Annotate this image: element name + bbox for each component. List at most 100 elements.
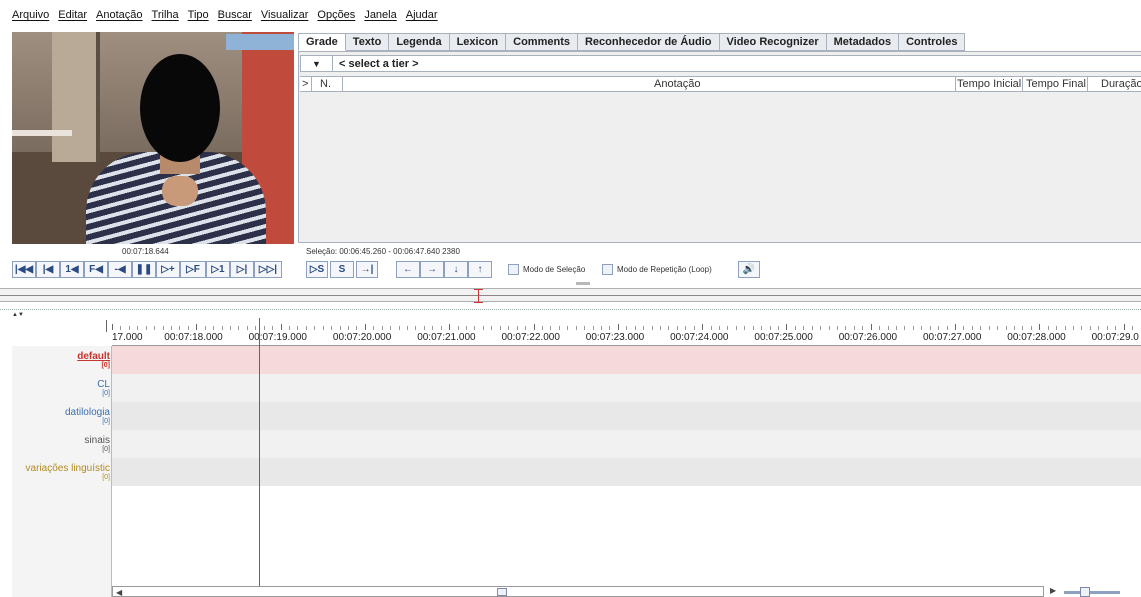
arrow-right-button[interactable]: → — [420, 261, 444, 278]
previous-second-button[interactable]: 1◀ — [60, 261, 84, 278]
playhead-cursor[interactable] — [259, 318, 260, 597]
ruler-minor-tick — [980, 326, 982, 330]
zoom-knob[interactable] — [1080, 587, 1090, 597]
ruler-minor-tick — [457, 326, 459, 330]
ruler-minor-tick — [626, 326, 628, 330]
arrow-up-button[interactable]: ↑ — [468, 261, 492, 278]
menu-anotacao[interactable]: Anotação — [96, 9, 142, 21]
previous-scroll-view-button[interactable]: |◀ — [36, 261, 60, 278]
tier-rows[interactable] — [112, 346, 1141, 597]
ruler-label: 00:07:28.000 — [1007, 332, 1066, 343]
move-to-selection-button[interactable]: →| — [356, 261, 378, 278]
menu-opcoes[interactable]: Opções — [317, 9, 355, 21]
arrow-down-button[interactable]: ↓ — [444, 261, 468, 278]
tier-selector[interactable]: ▼ < select a tier > — [300, 55, 1141, 72]
tier-label[interactable]: datilologia [0] — [12, 408, 110, 426]
checkbox-box[interactable] — [508, 264, 519, 275]
ruler-minor-tick — [879, 326, 881, 330]
col-divider — [1022, 77, 1023, 92]
col-start-time[interactable]: Tempo Inicial — [957, 78, 1021, 90]
menu-arquivo[interactable]: Arquivo — [12, 9, 49, 21]
arrow-left-button[interactable]: ← — [396, 261, 420, 278]
timeline-viewer[interactable]: 17.000 00:07:18.000 00:07:19.000 00:07:20.0… — [12, 318, 1141, 597]
tab-metadados[interactable]: Metadados — [826, 33, 900, 51]
menu-tipo[interactable]: Tipo — [188, 9, 209, 21]
selection-mode-label: Modo de Seleção — [523, 265, 586, 274]
ruler-minor-tick — [137, 326, 139, 330]
tier-row-variações[interactable] — [112, 458, 1141, 486]
go-to-begin-button[interactable]: |◀◀ — [12, 261, 36, 278]
tier-label[interactable]: sinais [0] — [12, 436, 110, 454]
tier-label[interactable]: variações linguístic [0] — [12, 464, 110, 482]
checkbox-box[interactable] — [602, 264, 613, 275]
col-duration[interactable]: Duração — [1101, 78, 1141, 90]
signal-viewer[interactable] — [0, 288, 1141, 303]
next-second-button[interactable]: ▷1 — [206, 261, 230, 278]
ruler-label: 00:07:24.000 — [670, 332, 729, 343]
selection-mode-checkbox[interactable]: Modo de Seleção — [508, 264, 585, 275]
tab-texto[interactable]: Texto — [345, 33, 390, 51]
tier-dropdown-button[interactable]: ▼ — [301, 56, 333, 71]
tier-label[interactable]: default [0] — [12, 352, 110, 370]
ruler-minor-tick — [491, 326, 493, 330]
ruler-label: 00:07:19.000 — [248, 332, 307, 343]
menu-editar[interactable]: Editar — [58, 9, 87, 21]
tab-controles[interactable]: Controles — [899, 33, 966, 51]
pane-splitter[interactable] — [0, 309, 1141, 313]
tier-annotation-count: [0] — [102, 446, 110, 453]
pause-button[interactable]: ❚❚ — [132, 261, 156, 278]
menu-trilha[interactable]: Trilha — [152, 9, 179, 21]
col-annotation[interactable]: Anotação — [654, 78, 700, 90]
menu-janela[interactable]: Janela — [364, 9, 396, 21]
ruler-major-tick — [533, 324, 535, 330]
menu-buscar[interactable]: Buscar — [218, 9, 252, 21]
tier-name: datilologia — [64, 407, 110, 418]
menu-visualizar[interactable]: Visualizar — [261, 9, 309, 21]
next-scroll-view-button[interactable]: ▷| — [230, 261, 254, 278]
split-pane-grip[interactable] — [576, 282, 590, 285]
volume-button[interactable]: 🔊 — [738, 261, 760, 278]
ruler-minor-tick — [803, 326, 805, 330]
time-ruler[interactable]: 17.000 00:07:18.000 00:07:19.000 00:07:20.0… — [106, 318, 1141, 346]
tier-name: CL — [97, 379, 110, 390]
video-viewer[interactable] — [12, 32, 294, 244]
tier-row-CL[interactable] — [112, 374, 1141, 402]
tier-row-datilologia[interactable] — [112, 402, 1141, 430]
tab-video-recognizer[interactable]: Video Recognizer — [719, 33, 827, 51]
ruler-minor-tick — [390, 326, 392, 330]
tab-audio-recognizer[interactable]: Reconhecedor de Áudio — [577, 33, 720, 51]
previous-pixel-button[interactable]: -◀ — [108, 261, 132, 278]
col-arrow: > — [302, 78, 309, 90]
tab-grade[interactable]: Grade — [298, 33, 346, 51]
tab-comments[interactable]: Comments — [506, 33, 578, 51]
tier-row-sinais[interactable] — [112, 430, 1141, 458]
tier-select-value[interactable]: < select a tier > — [333, 58, 419, 70]
scroll-left-icon[interactable]: ◀ — [116, 588, 122, 597]
scrollbar-thumb[interactable] — [497, 588, 507, 596]
zoom-slider[interactable]: ▶ — [1050, 586, 1130, 597]
tier-row-default[interactable] — [112, 346, 1141, 374]
tier-label[interactable]: CL [0] — [12, 380, 110, 398]
ruler-label: 00:07:21.000 — [417, 332, 476, 343]
go-to-end-button[interactable]: ▷▷| — [254, 261, 282, 278]
ruler-minor-tick — [558, 326, 560, 330]
ruler-minor-tick — [718, 326, 720, 330]
loop-mode-checkbox[interactable]: Modo de Repetição (Loop) — [602, 264, 712, 275]
ruler-minor-tick — [1115, 326, 1117, 330]
next-frame-button[interactable]: ▷F — [180, 261, 206, 278]
timeline-horizontal-scrollbar[interactable]: ◀ — [112, 586, 1044, 597]
play-selection-button[interactable]: ▷S — [306, 261, 328, 278]
clear-selection-button[interactable]: S — [330, 261, 354, 278]
ruler-minor-tick — [592, 326, 594, 330]
next-pixel-button[interactable]: ▷+ — [156, 261, 180, 278]
ruler-minor-tick — [794, 326, 796, 330]
previous-frame-button[interactable]: F◀ — [84, 261, 108, 278]
ruler-minor-tick — [162, 326, 164, 330]
tab-legenda[interactable]: Legenda — [389, 33, 450, 51]
ruler-label: 00:07:18.000 — [164, 332, 223, 343]
col-number[interactable]: N. — [320, 78, 331, 90]
menu-ajudar[interactable]: Ajudar — [406, 9, 438, 21]
col-end-time[interactable]: Tempo Final — [1026, 78, 1086, 90]
tab-lexicon[interactable]: Lexicon — [449, 33, 507, 51]
scroll-right-icon[interactable]: ▶ — [1050, 586, 1056, 595]
